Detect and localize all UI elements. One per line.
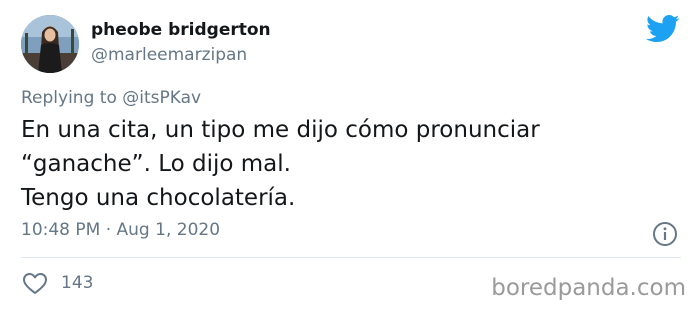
author-handle[interactable]: @marleemarzipan [91,45,247,65]
tweet-text-line: En una cita, un tipo me dijo cómo pronun… [21,117,540,143]
avatar[interactable] [21,15,79,73]
replying-to-label: Replying to [21,88,117,108]
tweet-timestamp[interactable]: 10:48 PM · Aug 1, 2020 [21,220,220,240]
author-display-name[interactable]: pheobe bridgerton [91,20,271,40]
info-icon[interactable] [652,221,678,247]
avatar-photo [21,15,79,73]
divider [21,257,681,258]
boredpanda-watermark: boredpanda.com [491,275,686,301]
twitter-bird-icon[interactable] [646,14,680,44]
tweet-text-line: Tengo una chocolatería. [21,185,296,211]
reply-mention-link[interactable]: @itsPKav [122,88,201,108]
like-count: 143 [61,273,94,293]
tweet-text-line: “ganache”. Lo dijo mal. [21,151,291,177]
heart-icon[interactable] [22,272,48,295]
replying-to: Replying to @itsPKav [21,88,201,108]
tweet-text: En una cita, un tipo me dijo cómo pronun… [21,113,661,215]
